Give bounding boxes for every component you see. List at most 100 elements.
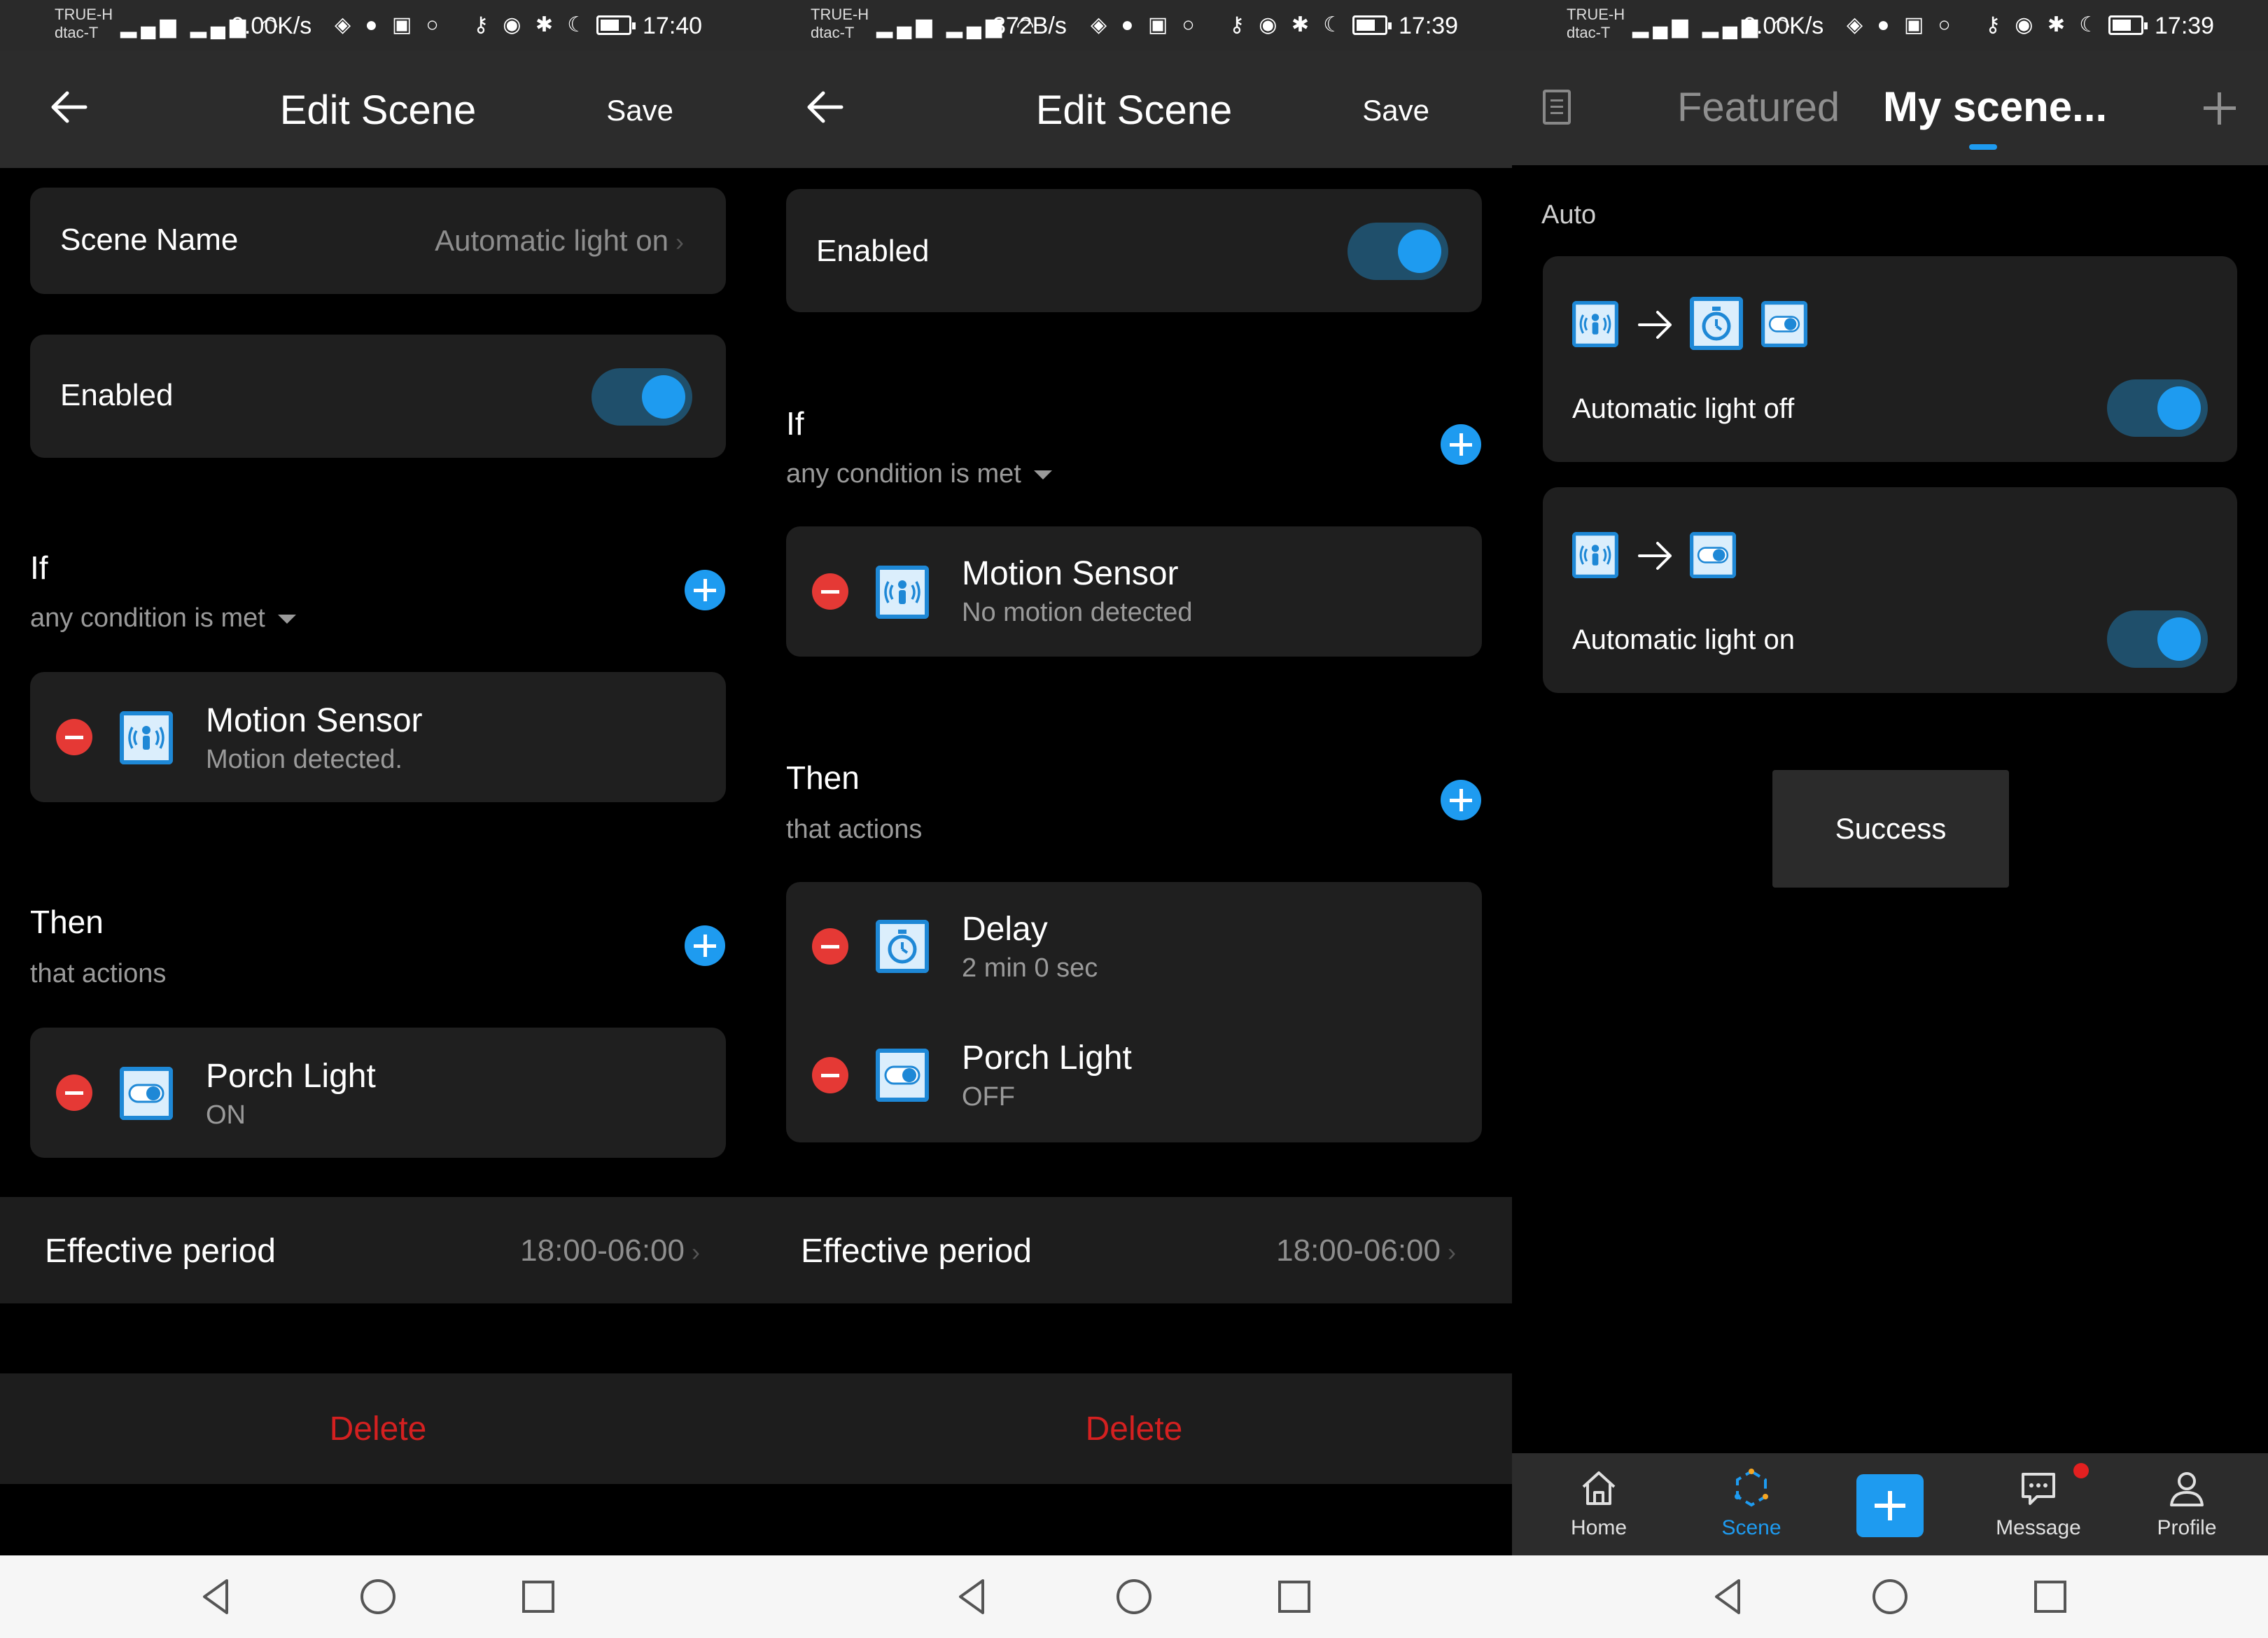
status-bar: TRUE-H dtac-T ▂▄▆ ▂▄▆ ◠ 0.00K/s ◈ ● ▣ ○ …: [0, 0, 756, 50]
scene-name-row[interactable]: Scene Name Automatic light on ›: [30, 188, 726, 294]
document-icon[interactable]: [1543, 90, 1571, 125]
tab-my-scenes[interactable]: My scene...: [1883, 83, 2107, 131]
remove-action-button[interactable]: [56, 1074, 92, 1111]
carrier-1: TRUE-H: [55, 6, 113, 23]
add-condition-button[interactable]: [1441, 424, 1481, 465]
add-scene-icon[interactable]: [2204, 92, 2236, 125]
switch-icon: [876, 1049, 929, 1102]
nav-recents-icon[interactable]: [2029, 1575, 2072, 1618]
tab-label: Message: [1996, 1516, 2081, 1539]
chevron-right-icon: ›: [1448, 1238, 1456, 1266]
enabled-toggle[interactable]: [1348, 223, 1448, 280]
nav-recents-icon[interactable]: [517, 1575, 560, 1618]
condition-item[interactable]: Motion Sensor No motion detected: [786, 526, 1482, 657]
tab-home[interactable]: Home: [1543, 1466, 1655, 1540]
android-navbar: [0, 1555, 756, 1638]
condition-selector[interactable]: any condition is met: [786, 459, 1052, 489]
motion-sensor-icon: [1572, 301, 1618, 347]
carrier-2: dtac-T: [811, 24, 855, 41]
remove-condition-button[interactable]: [812, 573, 848, 610]
condition-text: any condition is met: [786, 459, 1021, 489]
switch-icon: [120, 1067, 173, 1120]
action-title: Porch Light: [206, 1058, 376, 1095]
if-title: If: [786, 405, 804, 442]
status-time: 17:39: [2155, 13, 2215, 39]
condition-subtitle: Motion detected.: [206, 745, 402, 774]
add-condition-button[interactable]: [685, 570, 725, 610]
remove-condition-button[interactable]: [56, 719, 92, 755]
toggle-knob: [1398, 230, 1441, 273]
toggle-knob: [2157, 617, 2201, 661]
bottom-tab-bar: Home Scene Message Profile: [1512, 1453, 2268, 1555]
nav-back-icon[interactable]: [1707, 1575, 1750, 1618]
switch-icon: [1690, 532, 1736, 578]
add-action-button[interactable]: [1441, 780, 1481, 820]
profile-icon: [2170, 1472, 2204, 1506]
tab-label: Profile: [2157, 1516, 2217, 1539]
message-icon: [2022, 1473, 2055, 1505]
tab-label: Scene: [1721, 1516, 1782, 1539]
timer-icon: [876, 920, 929, 973]
chevron-right-icon: ›: [676, 227, 684, 256]
if-title: If: [30, 550, 48, 586]
remove-action-button[interactable]: [812, 1057, 848, 1093]
add-action-button[interactable]: [685, 925, 725, 966]
toggle-knob: [2157, 386, 2201, 430]
delete-button[interactable]: Delete: [756, 1410, 1512, 1448]
action-list: Delay 2 min 0 sec Porch Light OFF: [786, 882, 1482, 1142]
effective-period-value: 18:00-06:00 ›: [1276, 1233, 1456, 1268]
motion-sensor-icon: [1572, 532, 1618, 578]
app-header: Edit Scene Save: [756, 50, 1512, 168]
carrier-1: TRUE-H: [811, 6, 869, 23]
tab-featured[interactable]: Featured: [1677, 84, 1840, 131]
scene-card[interactable]: Automatic light on: [1543, 487, 2237, 693]
carrier-labels: TRUE-H dtac-T: [1567, 6, 1625, 42]
nav-home-icon[interactable]: [356, 1575, 400, 1618]
arrow-right-icon: [1634, 535, 1676, 577]
center-add-button[interactable]: [1856, 1474, 1924, 1537]
android-navbar: [756, 1555, 1512, 1638]
nav-back-icon[interactable]: [951, 1575, 994, 1618]
nav-home-icon[interactable]: [1112, 1575, 1156, 1618]
status-bar: TRUE-H dtac-T ▂▄▆ ▂▄▆ ◠ 372B/s ◈ ● ▣ ○ ⚷…: [756, 0, 1512, 50]
nav-home-icon[interactable]: [1868, 1575, 1912, 1618]
enabled-toggle[interactable]: [592, 368, 692, 426]
effective-period-text: 18:00-06:00: [520, 1233, 685, 1268]
scene-toggle[interactable]: [2107, 610, 2208, 668]
tab-profile[interactable]: Profile: [2131, 1466, 2243, 1540]
effective-period-row[interactable]: Effective period 18:00-06:00 ›: [756, 1197, 1512, 1303]
scene-card[interactable]: Automatic light off: [1543, 256, 2237, 462]
condition-title: Motion Sensor: [962, 555, 1179, 592]
save-button[interactable]: Save: [1362, 94, 1429, 127]
network-speed: 0.00K/s: [231, 13, 312, 39]
scene-icon: [1735, 1469, 1768, 1507]
effective-period-label: Effective period: [801, 1233, 1032, 1270]
remove-action-button[interactable]: [812, 928, 848, 965]
message-badge: [2073, 1463, 2089, 1478]
tab-label: Home: [1570, 1516, 1628, 1539]
action-subtitle: ON: [206, 1100, 246, 1130]
tab-scene[interactable]: Scene: [1695, 1466, 1807, 1540]
action-item[interactable]: Porch Light ON: [30, 1028, 726, 1158]
delete-button[interactable]: Delete: [0, 1410, 756, 1448]
android-navbar: [1512, 1555, 2268, 1638]
app-header: Edit Scene Save: [0, 50, 756, 168]
system-icons: ⚷ ◉ ✱ ☾: [1985, 13, 2103, 36]
network-speed: 372B/s: [993, 13, 1067, 39]
effective-period-value: 18:00-06:00 ›: [520, 1233, 700, 1268]
dropdown-caret-icon: [1033, 470, 1052, 480]
save-button[interactable]: Save: [606, 94, 673, 127]
scene-toggle[interactable]: [2107, 379, 2208, 437]
effective-period-row[interactable]: Effective period 18:00-06:00 ›: [0, 1197, 756, 1303]
arrow-right-icon: [1634, 304, 1676, 346]
network-speed: 0.00K/s: [1743, 13, 1824, 39]
carrier-labels: TRUE-H dtac-T: [55, 6, 113, 42]
condition-selector[interactable]: any condition is met: [30, 603, 296, 634]
nav-recents-icon[interactable]: [1273, 1575, 1316, 1618]
nav-back-icon[interactable]: [195, 1575, 238, 1618]
carrier-2: dtac-T: [55, 24, 99, 41]
condition-item[interactable]: Motion Sensor Motion detected.: [30, 672, 726, 802]
carrier-labels: TRUE-H dtac-T: [811, 6, 869, 42]
notification-icons: ◈ ● ▣ ○: [1091, 13, 1199, 36]
effective-period-text: 18:00-06:00: [1276, 1233, 1441, 1268]
